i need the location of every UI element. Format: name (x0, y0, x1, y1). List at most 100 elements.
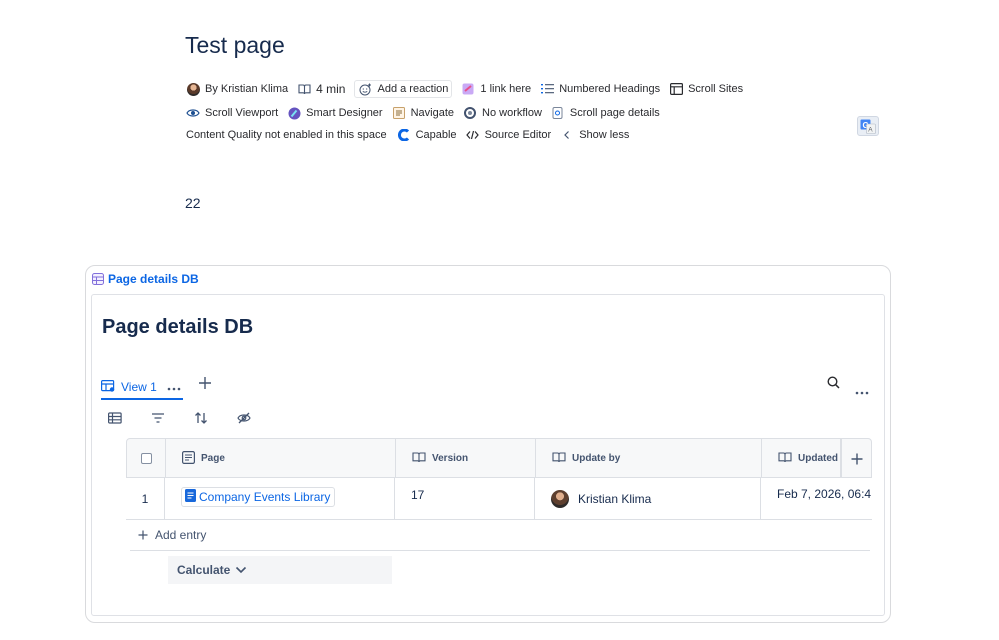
column-header-version-label: Version (432, 453, 469, 464)
scroll-page-details[interactable]: Scroll page details (551, 106, 660, 120)
database-link-label: Page details DB (108, 272, 199, 286)
filter-icon (152, 413, 164, 423)
source-editor[interactable]: Source Editor (466, 128, 552, 142)
scroll-viewport[interactable]: Scroll Viewport (186, 106, 278, 120)
view-more-icon[interactable] (167, 380, 181, 394)
capable-label: Capable (415, 129, 457, 141)
smiley-plus-icon (358, 82, 372, 96)
table-header: Page Version Update by Updated (126, 438, 872, 478)
add-column-button[interactable] (841, 439, 872, 478)
links-here[interactable]: 1 link here (461, 82, 531, 96)
capable[interactable]: Capable (397, 128, 457, 142)
chevron-down-icon (235, 563, 247, 577)
add-view-button[interactable] (198, 376, 212, 395)
author-avatar (186, 82, 200, 96)
scroll-sites[interactable]: Scroll Sites (669, 82, 743, 96)
tab-view-1[interactable]: View 1 (101, 373, 181, 401)
page-cell: Company Events Library (165, 478, 395, 520)
book-icon (297, 82, 311, 96)
numbered-headings-label: Numbered Headings (559, 83, 661, 95)
add-reaction-label: Add a reaction (377, 83, 449, 95)
calculate-label: Calculate (177, 563, 231, 577)
tab-active-indicator (101, 398, 183, 400)
document-icon (185, 489, 196, 505)
content-quality-label: Content Quality not enabled in this spac… (186, 129, 387, 141)
page-details-icon (551, 106, 565, 120)
smart-designer[interactable]: Smart Designer (287, 106, 383, 120)
add-entry-button[interactable]: Add entry (138, 527, 206, 543)
byline-row-2: Scroll Viewport Smart Designer Navigate … (186, 106, 669, 120)
updated-cell: Feb 7, 2026, 06:4 (761, 478, 872, 520)
version-column-icon (412, 451, 426, 466)
column-header-update-by-label: Update by (572, 453, 621, 464)
code-icon (466, 128, 480, 142)
page-link-chip[interactable]: Company Events Library (181, 487, 336, 507)
navigate[interactable]: Navigate (392, 106, 454, 120)
table-view-icon (101, 379, 115, 395)
layout-icon (669, 82, 683, 96)
database-link[interactable]: Page details DB (92, 272, 199, 286)
show-less-button[interactable]: Show less (560, 128, 629, 142)
navigate-icon (392, 106, 406, 120)
row-index-cell: 1 (126, 478, 165, 520)
search-button[interactable] (827, 376, 840, 394)
source-editor-label: Source Editor (484, 129, 552, 141)
show-less-label: Show less (579, 129, 630, 141)
user-mention[interactable]: Kristian Klima (551, 490, 651, 508)
body-text: 22 (185, 195, 201, 211)
column-header-updated[interactable]: Updated (762, 439, 841, 478)
avatar (551, 490, 569, 508)
byline-row-3: Content Quality not enabled in this spac… (186, 128, 638, 142)
author-label: By Kristian Klima (205, 83, 289, 95)
page-title: Test page (185, 32, 285, 58)
select-all-checkbox[interactable] (140, 453, 152, 464)
filter-button[interactable] (151, 411, 165, 429)
tab-view-1-label: View 1 (121, 380, 157, 394)
page-link-label: Company Events Library (199, 490, 331, 504)
translate-icon: GA (860, 119, 876, 134)
version-cell: 17 (395, 478, 535, 520)
workflow-status[interactable]: No workflow (463, 106, 542, 120)
hide-fields-button[interactable] (237, 411, 251, 430)
numbered-headings[interactable]: Numbered Headings (540, 82, 660, 96)
link-app-icon (461, 82, 475, 96)
links-label: 1 link here (480, 83, 532, 95)
add-reaction-button[interactable]: Add a reaction (354, 80, 453, 98)
scroll-page-details-label: Scroll page details (569, 107, 660, 119)
sort-icon (195, 412, 207, 424)
workflow-icon (463, 106, 477, 120)
smart-designer-label: Smart Designer (306, 107, 383, 119)
read-time: 4 min (297, 82, 345, 96)
table-layout-icon (108, 412, 122, 424)
column-header-updated-label: Updated (798, 453, 838, 464)
designer-icon (287, 106, 301, 120)
database-icon (92, 273, 104, 285)
translate-button[interactable]: GA (857, 116, 879, 136)
read-time-label: 4 min (316, 82, 346, 96)
column-header-update-by[interactable]: Update by (536, 439, 762, 478)
column-header-page[interactable]: Page (166, 439, 396, 478)
column-header-version[interactable]: Version (396, 439, 536, 478)
scroll-sites-label: Scroll Sites (688, 83, 744, 95)
update-by-cell: Kristian Klima (535, 478, 761, 520)
eye-icon (186, 106, 200, 120)
select-all-cell (127, 439, 166, 478)
version-value: 17 (411, 488, 425, 502)
plus-icon (199, 377, 211, 389)
update-by-column-icon (552, 451, 566, 466)
layout-button[interactable] (108, 411, 122, 429)
svg-text:A: A (868, 126, 873, 133)
capable-icon (397, 128, 411, 142)
more-options-button[interactable] (855, 382, 869, 400)
page-column-icon (182, 450, 196, 467)
calculate-button[interactable]: Calculate (168, 556, 392, 584)
byline-row-1: By Kristian Klima 4 min Add a reaction 1… (186, 80, 752, 98)
sort-button[interactable] (194, 411, 208, 430)
column-header-page-label: Page (201, 453, 225, 464)
author-byline[interactable]: By Kristian Klima (186, 82, 288, 96)
eye-off-icon (237, 412, 251, 424)
scroll-viewport-label: Scroll Viewport (205, 107, 279, 119)
updated-value: Feb 7, 2026, 06:4 (777, 487, 872, 501)
table-row: 1 Company Events Library 17 Kristian Kli… (126, 478, 872, 520)
updated-column-icon (778, 451, 792, 466)
